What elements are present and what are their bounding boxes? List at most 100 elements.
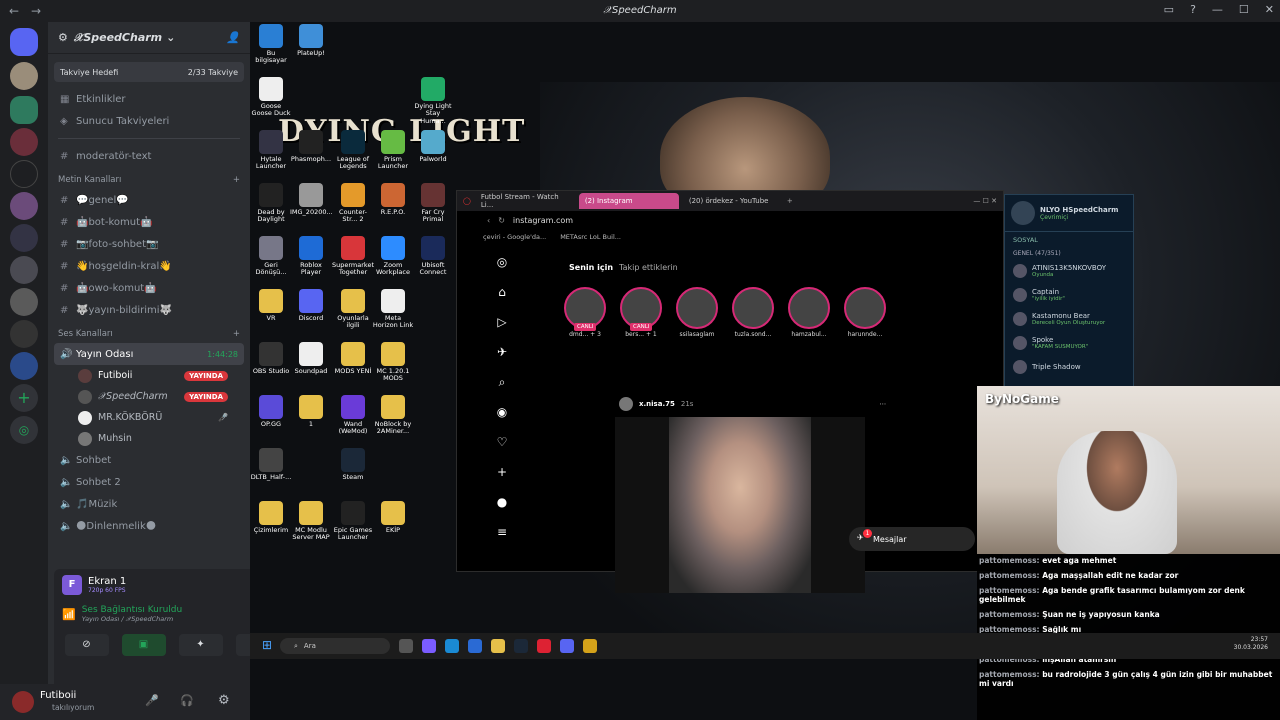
voice-user[interactable]: 𝒳SpeedCharm YAYINDA	[48, 386, 250, 407]
more-options-icon[interactable]: ⋯	[879, 400, 886, 408]
reels-icon[interactable]: ▷	[493, 315, 511, 345]
store-icon[interactable]	[468, 639, 482, 653]
guild-header[interactable]: ⚙ 𝒳SpeedCharm ⌄ 👤	[48, 22, 250, 54]
heart-icon[interactable]: ♡	[493, 435, 511, 465]
voice-channel-dinlenmelik[interactable]: 🔈 🌑Dinlenmelik🌑	[48, 515, 250, 537]
profile-icon[interactable]: ●	[493, 495, 511, 525]
voice-connection-sub[interactable]: Yayın Odası / 𝒳SpeedCharm	[82, 615, 182, 624]
inbox-icon[interactable]: ▭	[1164, 3, 1174, 16]
invite-icon[interactable]: 👤	[226, 31, 240, 44]
desktop-icon[interactable]: OP.GG	[250, 395, 292, 428]
task-view-icon[interactable]	[399, 639, 413, 653]
desktop-icon[interactable]: Goose Goose Duck	[250, 77, 292, 118]
desktop-icon[interactable]: Çizimlerim	[250, 501, 292, 534]
address-bar[interactable]: ‹ ↻ instagram.com	[457, 211, 1003, 229]
desktop-icon[interactable]: 1	[290, 395, 332, 428]
channel-moderator-text[interactable]: # moderatör-text	[48, 145, 250, 167]
tab-following[interactable]: Takip ettiklerin	[619, 263, 678, 272]
create-icon[interactable]: +	[493, 465, 511, 495]
channel-foto-sohbet[interactable]: # 📷foto-sohbet📷	[48, 233, 250, 255]
channel-hosgeldin-kral[interactable]: # 👋hoşgeldin-kral👋	[48, 255, 250, 277]
window-controls[interactable]: — ☐ ✕	[973, 197, 997, 205]
tab-instagram[interactable]: (2) Instagram	[578, 193, 679, 209]
copilot-icon[interactable]	[422, 639, 436, 653]
post-username[interactable]: x.nisa.75	[639, 400, 675, 408]
desktop-icon[interactable]: PlateUp!	[290, 24, 332, 57]
server-icon[interactable]	[10, 96, 38, 124]
tab-futbol-stream[interactable]: Futbol Stream - Watch Li...	[475, 193, 575, 209]
steam-friend[interactable]: ATINIS13K5NKOVBOY Oyunda	[1005, 259, 1133, 283]
steam-friend[interactable]: Captain "iyilik iyidir"	[1005, 283, 1133, 307]
story-item[interactable]: hamzabul...	[787, 287, 831, 338]
maximize-button[interactable]: ☐	[1239, 3, 1249, 16]
server-icon[interactable]	[10, 288, 38, 316]
server-icon[interactable]	[10, 128, 38, 156]
story-item[interactable]: harunnde...	[843, 287, 887, 338]
text-channels-category[interactable]: Metin Kanalları +	[48, 167, 250, 189]
desktop-icon[interactable]: IMG_20200...	[290, 183, 333, 216]
voice-user[interactable]: Muhsin	[48, 428, 250, 449]
url-text[interactable]: instagram.com	[513, 216, 573, 225]
app-taskbar-icon[interactable]	[583, 639, 597, 653]
voice-user[interactable]: MR.KÖKBÖRÜ 🎤̸	[48, 407, 250, 428]
add-server-icon[interactable]: +	[10, 384, 38, 412]
desktop-icon[interactable]: Ubisoft Connect	[412, 236, 454, 277]
desktop-icon[interactable]: League of Legends	[332, 130, 374, 171]
discover-icon[interactable]: ◎	[10, 416, 38, 444]
microphone-icon[interactable]: 🎤	[145, 694, 159, 707]
desktop-icon[interactable]: Meta Horizon Link	[372, 289, 414, 330]
steam-friend[interactable]: Spoke "KAFAM SUSMUYOR"	[1005, 331, 1133, 355]
desktop-icon[interactable]: Roblox Player	[290, 236, 332, 277]
steam-profile[interactable]: NLYO HSpeedCharm Çevrimiçi	[1005, 195, 1133, 232]
search-icon[interactable]: ⌕	[493, 375, 511, 405]
messages-pill[interactable]: ✈ 1 Mesajlar	[849, 527, 975, 551]
tab-youtube[interactable]: (20) ördekez - YouTube	[683, 193, 783, 209]
channel-bot-komut[interactable]: # 🤖bot-komut🤖	[48, 211, 250, 233]
camera-off-button[interactable]: ⊘	[64, 634, 109, 656]
settings-gear-icon[interactable]: ⚙	[218, 693, 230, 708]
server-icon[interactable]	[10, 62, 38, 90]
events-item[interactable]: ▦ Etkinlikler	[48, 88, 250, 110]
server-icon[interactable]	[10, 256, 38, 284]
steam-friend[interactable]: Triple Shadow	[1005, 355, 1133, 379]
desktop-icon[interactable]: Wand (WeMod)	[332, 395, 374, 436]
story-item[interactable]: tuzla.sond...	[731, 287, 775, 338]
edge-icon[interactable]	[445, 639, 459, 653]
minimize-button[interactable]: —	[1212, 3, 1223, 16]
desktop-icon[interactable]: Discord	[290, 289, 332, 322]
bookmark-item[interactable]: METAsrc LoL Buil...	[560, 233, 621, 241]
taskbar-clock[interactable]: 23:57 30.03.2026	[1234, 636, 1268, 653]
back-icon[interactable]: ‹	[487, 216, 490, 225]
instagram-logo-icon[interactable]: ◎	[493, 255, 511, 285]
new-tab-icon[interactable]: +	[787, 197, 793, 205]
voice-channel-sohbet[interactable]: 🔈 Sohbet	[48, 449, 250, 471]
post-image[interactable]	[615, 417, 865, 593]
desktop-icon[interactable]: Palworld	[412, 130, 454, 163]
desktop-icon[interactable]: Hytale Launcher	[250, 130, 292, 171]
screen-share-button[interactable]: ▣	[121, 634, 166, 656]
desktop-icon[interactable]: Supermarket Together	[332, 236, 374, 277]
desktop-icon[interactable]: Dead by Daylight	[250, 183, 292, 224]
steam-group-label[interactable]: GENEL (47/351)	[1005, 248, 1133, 259]
server-icon[interactable]	[10, 352, 38, 380]
desktop-icon[interactable]: Steam	[332, 448, 374, 481]
desktop-icon[interactable]: MC Modlu Server MAP	[290, 501, 332, 542]
desktop-icon[interactable]: Bu bilgisayar	[250, 24, 292, 65]
desktop-icon[interactable]: MC 1.20.1 MODS	[372, 342, 414, 383]
desktop-icon[interactable]: EKİP	[372, 501, 414, 534]
opera-icon[interactable]: ◯	[463, 197, 471, 205]
discord-home-icon[interactable]	[10, 28, 38, 56]
desktop-icon[interactable]: Phasmoph...	[290, 130, 332, 163]
headphones-icon[interactable]: 🎧	[180, 694, 194, 707]
opera-taskbar-icon[interactable]	[537, 639, 551, 653]
server-boosts-item[interactable]: ◈ Sunucu Takviyeleri	[48, 110, 250, 132]
add-channel-icon[interactable]: +	[233, 175, 240, 185]
desktop-icon[interactable]: MODS YENİ	[332, 342, 374, 375]
voice-channel-sohbet-2[interactable]: 🔈 Sohbet 2	[48, 471, 250, 493]
server-icon[interactable]	[10, 160, 38, 188]
desktop-icon[interactable]: Geri Dönüşü...	[250, 236, 292, 277]
discord-taskbar-icon[interactable]	[560, 639, 574, 653]
home-icon[interactable]: ⌂	[493, 285, 511, 315]
channel-yayin-bildirimi[interactable]: # 🐺yayın-bildirimi🐺	[48, 299, 250, 321]
desktop-icon[interactable]: NoBlock by 2AMiner...	[372, 395, 414, 436]
